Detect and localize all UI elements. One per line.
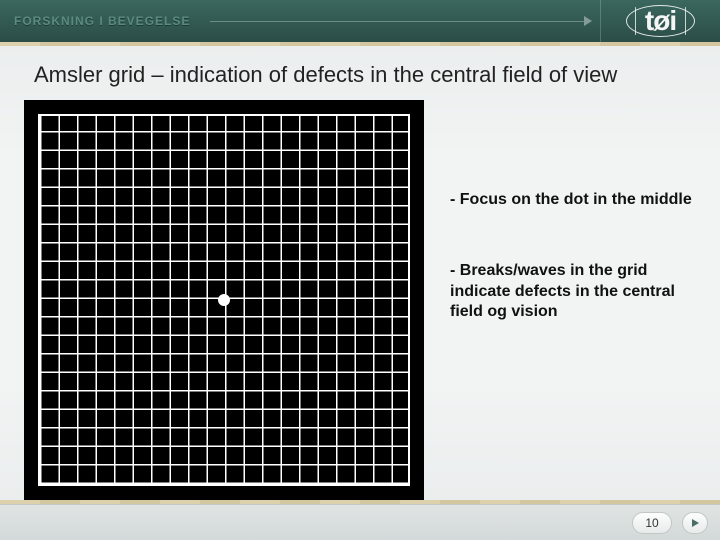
amsler-grid [38,114,410,486]
logo: tøi [600,0,720,42]
amsler-center-dot [218,294,230,306]
slide-header: FORSKNING I BEVEGELSE tøi [0,0,720,42]
logo-text: tøi [639,5,682,37]
accent-strip-top [0,42,720,46]
slide-footer: 10 [0,504,720,540]
page-number: 10 [632,512,672,534]
instruction-item: - Breaks/waves in the grid indicate defe… [450,261,700,323]
next-slide-button[interactable] [682,512,708,534]
amsler-grid-figure [24,100,424,500]
play-icon [690,518,700,528]
slide-title: Amsler grid – indication of defects in t… [34,62,700,88]
header-tagline: FORSKNING I BEVEGELSE [14,14,190,28]
instruction-item: - Focus on the dot in the middle [450,190,700,211]
instruction-list: - Focus on the dot in the middle - Break… [450,190,700,373]
header-arrow-decoration [190,16,592,26]
